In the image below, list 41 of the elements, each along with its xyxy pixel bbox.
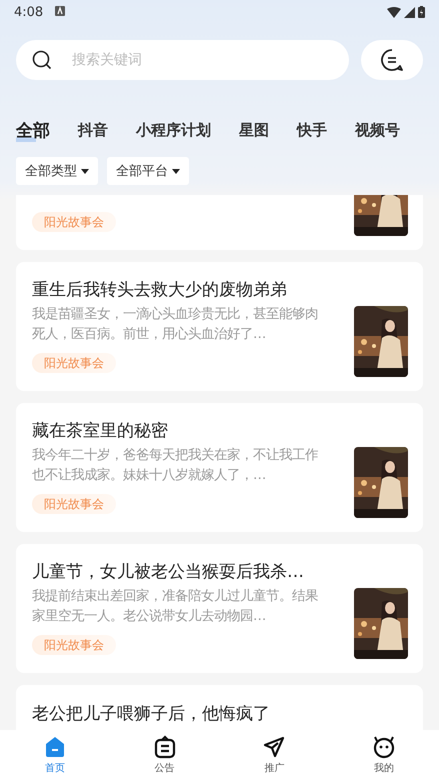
category-tab[interactable]: 抖音 [78,120,108,140]
chat-icon [380,48,404,72]
nav-tab[interactable]: 推广 [220,730,330,780]
story-description: 我提前结束出差回家，准备陪女儿过儿童节。结果家里空无一人。老公说带女儿去动物园… [32,588,319,626]
caret-icon [172,168,180,174]
wifi-icon [387,6,401,18]
source-tag: 阳光故事会 [32,635,116,655]
message-button[interactable] [361,40,423,80]
nav-tab[interactable]: 公告 [110,730,220,780]
story-card[interactable]: 重生后我转头去救大少的废物弟弟 我是苗疆圣女，一滴心头血珍贵无比，甚至能够肉死人，医百病。前世，用心头血治好了… 阳光故事会 [16,262,423,391]
signal-icon [404,6,415,18]
nav-tab[interactable]: 我的 [329,730,439,780]
battery-icon [418,6,425,18]
filter-dropdown[interactable]: 全部类型 [16,157,98,185]
paper-plane-icon [262,735,286,759]
story-description: 我今年二十岁，爸爸每天把我关在家，不让我工作也不让我成家。妹妹十八岁就嫁人了，… [32,446,319,485]
category-tab[interactable]: 全部 [16,118,50,142]
story-description: 我是苗疆圣女，一滴心头血珍贵无比，甚至能够肉死人，医百病。前世，用心头血治好了… [32,306,319,344]
story-title: 藏在茶室里的秘密 [32,420,169,442]
source-tag: 阳光故事会 [32,494,116,514]
face-icon [372,735,396,759]
category-tab[interactable]: 视频号 [355,120,400,140]
filter-dropdown[interactable]: 全部平台 [107,157,189,185]
search-field[interactable]: 搜索关键词 [16,40,349,80]
category-tab[interactable]: 小程序计划 [136,120,211,140]
category-tab[interactable]: 星图 [239,120,269,140]
source-tag: 阳光故事会 [32,353,116,373]
nav-tab[interactable]: 首页 [0,730,110,780]
caret-icon [81,168,89,174]
status-time: 4:08 [14,4,44,20]
story-title: 老公把儿子喂狮子后，他悔疯了 [32,703,271,725]
search-icon [32,50,52,70]
story-card[interactable]: 儿童节，女儿被老公当猴耍后我杀… 我提前结束出差回家，准备陪女儿过儿童节。结果家里空无一人。老公说带女儿去动物园… 阳光故事会 [16,544,423,673]
category-tab[interactable]: 快手 [297,120,327,140]
keyboard-icon [55,6,66,16]
notice-board-icon [152,735,177,759]
story-card[interactable]: 藏在茶室里的秘密 我今年二十岁，爸爸每天把我关在家，不让我工作也不让我成家。妹妹十八岁就嫁人了，… 阳光故事会 [16,403,423,532]
story-title: 重生后我转头去救大少的废物弟弟 [32,279,288,301]
story-card[interactable]: 老公把儿子喂狮子后，他悔疯了 [16,685,423,730]
source-tag: 阳光故事会 [32,212,116,232]
story-title: 儿童节，女儿被老公当猴耍后我杀… [32,561,305,583]
